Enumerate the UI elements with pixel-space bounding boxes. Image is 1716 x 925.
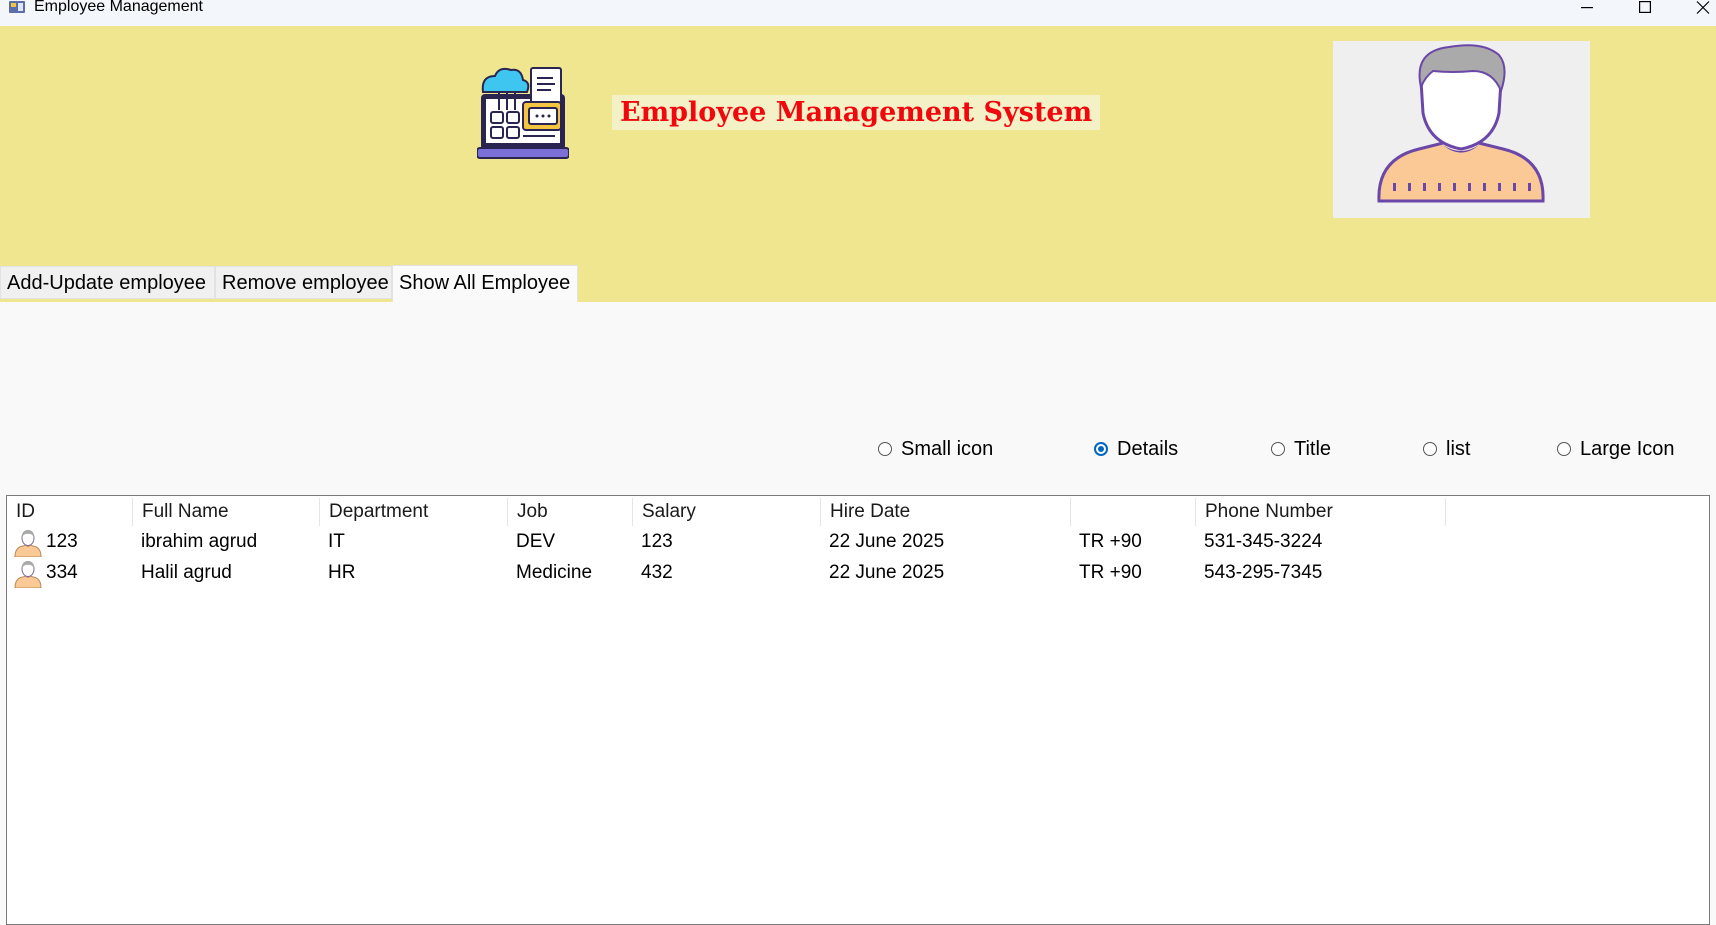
user-avatar-icon	[1377, 44, 1545, 203]
app-title: Employee Management System	[612, 95, 1101, 130]
tab-show-all-employee[interactable]: Show All Employee	[392, 265, 578, 302]
column-header-department[interactable]: Department	[320, 498, 508, 526]
cell-department: IT	[328, 531, 345, 552]
cell-id: 123	[46, 531, 78, 552]
minimize-button[interactable]	[1558, 0, 1616, 26]
minimize-icon	[1581, 7, 1593, 9]
column-header-country-code[interactable]	[1071, 498, 1196, 526]
radio-label: Large Icon	[1580, 437, 1675, 460]
header-banner: Employee Management System	[0, 26, 1716, 302]
close-icon	[1696, 1, 1710, 14]
window-title: Employee Management	[34, 0, 203, 15]
person-icon	[14, 561, 42, 588]
cell-job: Medicine	[516, 562, 593, 583]
cell-id: 334	[46, 562, 78, 583]
tab-add-update-employee[interactable]: Add-Update employee	[0, 266, 215, 299]
employee-system-logo-icon	[477, 67, 569, 159]
column-header-id[interactable]: ID	[7, 498, 133, 526]
column-header-job[interactable]: Job	[508, 498, 633, 526]
cell-salary: 123	[641, 531, 673, 552]
radio-circle	[878, 442, 892, 456]
person-icon	[14, 530, 42, 557]
app-icon	[9, 1, 25, 13]
radio-circle	[1271, 442, 1285, 456]
maximize-button[interactable]	[1616, 0, 1674, 26]
radio-title[interactable]: Title	[1271, 436, 1331, 462]
radio-label: Title	[1294, 437, 1332, 460]
cell-salary: 432	[641, 562, 673, 583]
radio-details[interactable]: Details	[1094, 436, 1178, 462]
radio-circle	[1423, 442, 1437, 456]
user-avatar	[1333, 41, 1590, 218]
column-header-hire-date[interactable]: Hire Date	[821, 498, 1071, 526]
table-row[interactable]: 123 ibrahim agrud IT DEV 123 22 June 202…	[7, 527, 1707, 557]
tab-remove-employee[interactable]: Remove employee	[215, 266, 392, 299]
table-row[interactable]: 334 Halil agrud HR Medicine 432 22 June …	[7, 558, 1707, 588]
radio-circle-checked	[1094, 442, 1108, 456]
radio-list[interactable]: list	[1423, 436, 1470, 462]
close-button[interactable]	[1674, 0, 1716, 26]
radio-label: Small icon	[901, 437, 994, 460]
radio-small-icon[interactable]: Small icon	[878, 436, 993, 462]
title-bar: Employee Management	[0, 0, 1716, 26]
cell-country-code: TR +90	[1079, 562, 1142, 583]
cell-job: DEV	[516, 531, 556, 552]
cell-country-code: TR +90	[1079, 531, 1142, 552]
cell-phone-number: 531-345-3224	[1204, 531, 1323, 552]
column-header-salary[interactable]: Salary	[633, 498, 821, 526]
radio-label: Details	[1117, 437, 1179, 460]
radio-label: list	[1446, 437, 1471, 460]
cell-hire-date: 22 June 2025	[829, 531, 945, 552]
cell-full-name: ibrahim agrud	[141, 531, 258, 552]
cell-department: HR	[328, 562, 356, 583]
column-header-phone-number[interactable]: Phone Number	[1196, 498, 1446, 526]
cell-phone-number: 543-295-7345	[1204, 562, 1323, 583]
radio-large-icon[interactable]: Large Icon	[1557, 436, 1675, 462]
radio-circle	[1557, 442, 1571, 456]
maximize-icon	[1639, 1, 1651, 13]
cell-full-name: Halil agrud	[141, 562, 232, 583]
column-header-full-name[interactable]: Full Name	[133, 498, 320, 526]
employee-list-view[interactable]: ID Full Name Department Job Salary Hire …	[6, 495, 1710, 925]
cell-hire-date: 22 June 2025	[829, 562, 945, 583]
